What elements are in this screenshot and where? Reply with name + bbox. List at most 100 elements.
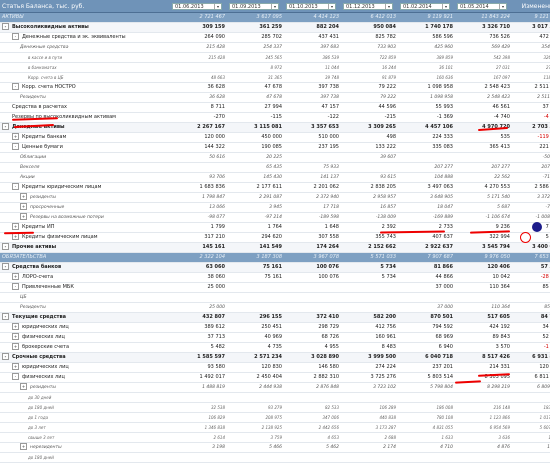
value-cell: -98 077 [170, 212, 227, 223]
expand-icon[interactable]: + [20, 203, 27, 210]
calendar-icon[interactable]: ▾ [328, 3, 335, 9]
collapse-icon[interactable]: - [2, 263, 9, 270]
table-row[interactable]: - Прочие активы 145 161 141 549 174 264 2 152… [0, 242, 550, 253]
table-row[interactable]: до 180 дней [0, 452, 550, 463]
table-row[interactable]: - Кредиты юридическим лицам 1 683 836 2 177… [0, 182, 550, 193]
table-row[interactable]: свыше 3 лет 2 614 3 759 4 653 2 688 1 633 3 63… [0, 432, 550, 443]
expand-icon[interactable]: + [20, 193, 27, 200]
table-row[interactable]: + Кредиты банкам 120 000 450 000 510 000 498 2… [0, 132, 550, 143]
value-cell: 13 066 [170, 202, 227, 213]
collapse-icon[interactable]: - [12, 33, 19, 40]
expand-icon[interactable]: + [12, 133, 19, 140]
table-row[interactable]: Резиденты 36 628 47 678 397 738 79 222 1 098 … [0, 92, 550, 103]
table-row[interactable]: + просроченные 13 066 3 945 17 718 16 857 18 0… [0, 202, 550, 213]
date-picker-1[interactable]: 01.06.2013 ▾ [170, 0, 227, 13]
calendar-icon[interactable]: ▾ [499, 3, 506, 9]
table-row[interactable]: + физических лиц 37 713 40 969 68 726 160 961… [0, 332, 550, 343]
collapse-icon[interactable]: - [2, 243, 9, 250]
calendar-icon[interactable]: ▾ [385, 3, 392, 9]
table-row[interactable]: + резиденты 1 488 819 2 444 938 2 876 848 3 7… [0, 382, 550, 393]
value-cell: 9 976 050 [455, 252, 512, 263]
collapse-icon[interactable]: - [12, 83, 19, 90]
expand-icon[interactable]: + [12, 223, 19, 230]
table-row[interactable]: Резервы по высоколиквидным активам -270 -1… [0, 112, 550, 123]
calendar-icon[interactable]: ▾ [442, 3, 449, 9]
table-row[interactable]: - Корр. счета НОСТРО 36 628 47 678 397 738 79… [0, 82, 550, 93]
calendar-icon[interactable]: ▾ [271, 3, 278, 9]
date-picker-6[interactable]: 01.05.2014 ▾ [455, 0, 512, 13]
collapse-icon[interactable]: - [12, 143, 19, 150]
value-cell: 5 734 [341, 262, 398, 273]
value-cell: 950 084 [341, 22, 398, 33]
value-cell: 47 678 [227, 92, 284, 103]
table-row[interactable]: до 180 дней 32 538 93 279 82 533 106 289 186 … [0, 402, 550, 413]
expand-icon[interactable]: + [12, 363, 19, 370]
table-row[interactable]: + Кредиты физическим лицам 317 210 294 620 3… [0, 232, 550, 243]
table-row[interactable]: + брокерские счета 5 482 4 735 4 955 8 483 6 9… [0, 342, 550, 353]
calendar-icon[interactable]: ▾ [214, 3, 221, 9]
collapse-icon[interactable]: - [2, 123, 9, 130]
date-picker-2[interactable]: 01.09.2013 ▾ [227, 0, 284, 13]
table-row[interactable]: -Привлеченные МБК25 00037 000110 36485 3… [0, 282, 550, 293]
date-picker-3[interactable]: 01.10.2013 ▾ [284, 0, 341, 13]
table-row[interactable]: + Резервы на возможные потери -98 077 -97 2… [0, 212, 550, 223]
table-row[interactable]: в банкоматах 8 972 11 044 16 244 36 101 27 03… [0, 62, 550, 73]
collapse-icon[interactable]: - [2, 313, 9, 320]
row-label-text: до 180 дней [28, 455, 54, 460]
expand-icon[interactable]: + [12, 273, 19, 280]
expand-icon[interactable]: + [20, 443, 27, 450]
table-row[interactable]: Акции 93 706 145 430 141 137 93 615 104 888 22… [0, 172, 550, 183]
value-cell: 145 430 [227, 172, 284, 183]
table-row[interactable]: до 30 дней [0, 392, 550, 403]
table-row[interactable]: - Текущие средства 432 807 296 155 372 410 58… [0, 312, 550, 323]
value-cell: 2 721 467 [170, 12, 227, 23]
value-cell: 424 192 [455, 322, 512, 333]
table-row[interactable]: + юридических лиц 93 580 120 830 146 580 274 … [0, 362, 550, 373]
table-row[interactable]: + резиденты 1 798 847 2 291 087 2 372 940 2 9… [0, 192, 550, 203]
expand-icon[interactable]: + [12, 343, 19, 350]
expand-icon[interactable]: + [12, 333, 19, 340]
value-cell: 93 580 [170, 362, 227, 373]
table-row[interactable]: Средства в расчетах 8 711 27 994 47 157 44 5… [0, 102, 550, 113]
table-row[interactable]: Векселя65 43575 933207 277207 277207 277 [0, 162, 550, 173]
change-abs-cell: 34 580 [512, 322, 550, 333]
date-picker-4[interactable]: 01.12.2013 ▾ [341, 0, 398, 13]
value-cell: 46 561 [455, 102, 512, 113]
expand-icon[interactable]: + [20, 383, 27, 390]
table-row[interactable]: - Ценные бумаги 144 322 190 085 237 195 133 2… [0, 142, 550, 153]
table-row[interactable]: + Кредиты ИП 1 799 1 764 1 648 2 392 2 733 9 23… [0, 222, 550, 233]
table-row[interactable]: Денежные средства 215 428 254 337 397 683 73… [0, 42, 550, 53]
table-row[interactable]: в кассе и в пути 215 428 245 565 386 539 722… [0, 52, 550, 63]
table-row[interactable]: Резиденты25 00037 000110 36485 364341,5% [0, 302, 550, 313]
table-row[interactable]: + юридических лиц 389 612 250 451 298 729 412… [0, 322, 550, 333]
table-row[interactable]: Облигации50 61620 22539 607-50 616-100,0… [0, 152, 550, 163]
table-row[interactable]: - Срочные средства 1 585 597 2 571 234 3 028… [0, 352, 550, 363]
collapse-icon[interactable]: - [2, 353, 9, 360]
expand-icon[interactable]: + [20, 213, 27, 220]
table-row[interactable]: - Денежные средства и эк. эквиваленты 264 … [0, 32, 550, 43]
value-cell: 2 882 310 [284, 372, 341, 383]
table-row[interactable]: - Высоколиквидные активы 309 159 361 259 882… [0, 22, 550, 33]
collapse-icon[interactable]: - [12, 183, 19, 190]
table-row[interactable]: - Средства банков 63 060 75 161 100 076 5 734… [0, 262, 550, 273]
value-cell: 733 903 [341, 42, 398, 53]
table-row[interactable]: + ЛОРО-счета 38 060 75 161 100 076 5 734 44 86… [0, 272, 550, 283]
table-row[interactable]: - Доходные активы 2 267 167 3 115 081 3 357 … [0, 122, 550, 133]
collapse-icon[interactable]: - [2, 23, 9, 30]
value-cell: 322 994 [455, 232, 512, 243]
section-row[interactable]: АКТИВЫ 2 721 467 3 617 095 4 414 123 6 412 0… [0, 12, 550, 23]
value-cell: 2 322 104 [170, 252, 227, 263]
change-abs-cell: 326 970 [512, 52, 550, 63]
row-label: Резиденты [0, 302, 170, 313]
date-picker-5[interactable]: 01.02.2014 ▾ [398, 0, 455, 13]
table-row[interactable]: Корр. счета в ЦБ 48 663 31 365 39 748 91 879… [0, 72, 550, 83]
change-abs-cell: 37 850 [512, 102, 550, 113]
section-row[interactable]: ОБЯЗАТЕЛЬСТВА 2 322 104 3 187 308 3 967 078… [0, 252, 550, 263]
table-row[interactable]: + нерезиденты 3 198 5 466 5 462 2 174 4 710 4 8… [0, 442, 550, 453]
table-row[interactable]: ЦБ [0, 292, 550, 303]
expand-icon[interactable]: + [12, 323, 19, 330]
collapse-icon[interactable]: - [12, 283, 19, 290]
table-row[interactable]: до 1 года 106 829 208 975 347 006 440 838 780… [0, 412, 550, 423]
table-row[interactable]: до 3 лет 1 346 838 2 138 925 2 442 656 3 173… [0, 422, 550, 433]
collapse-icon[interactable]: - [12, 373, 19, 380]
